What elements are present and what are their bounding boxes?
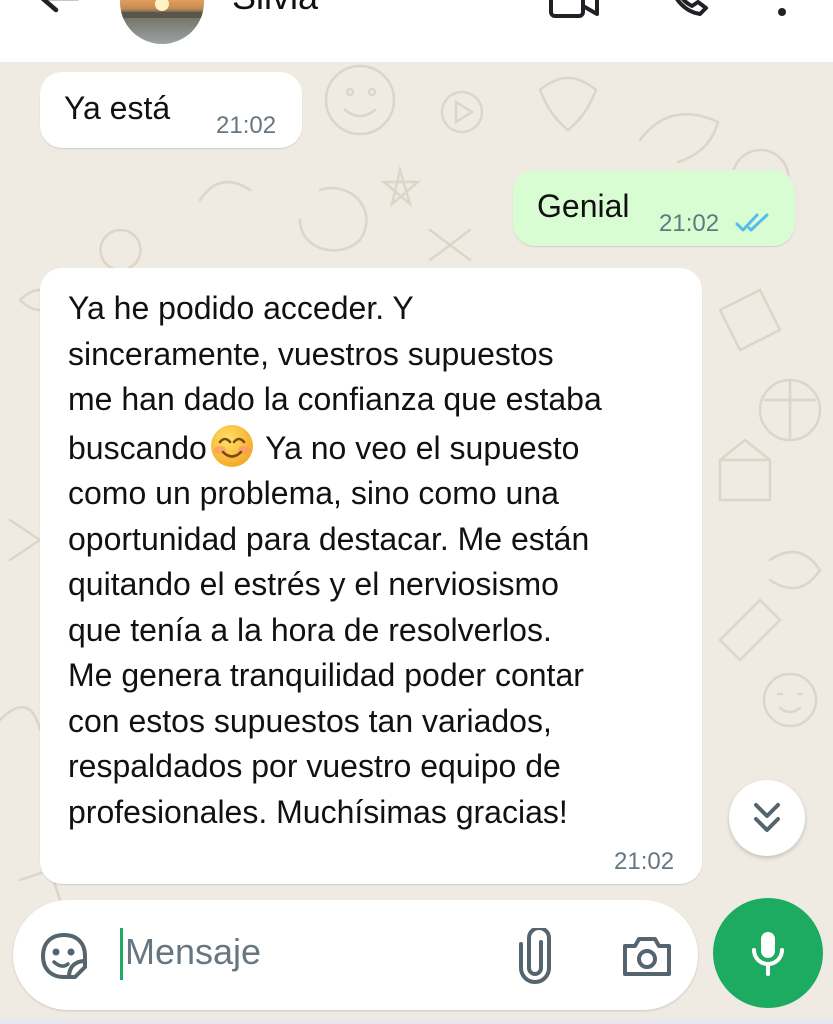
attach-icon[interactable] (517, 928, 553, 984)
double-chevron-down-icon (754, 803, 780, 832)
contact-name[interactable]: Silvia (232, 0, 318, 18)
voice-call-icon[interactable] (668, 0, 710, 20)
message-time: 21:02 (614, 848, 675, 875)
message-bubble-outgoing[interactable]: Genial 21:02 (513, 170, 795, 246)
smiling-face-icon (210, 424, 253, 467)
more-options-icon[interactable] (772, 0, 792, 22)
read-receipt-icon (735, 213, 769, 232)
text-cursor (120, 928, 123, 980)
message-text-part: Ya no veo el supuesto como un problema, … (68, 429, 590, 830)
chat-header: Silvia (0, 0, 833, 62)
microphone-icon (752, 932, 784, 976)
video-call-icon[interactable] (548, 0, 600, 20)
back-arrow-icon[interactable] (36, 0, 80, 20)
message-bubble-incoming[interactable]: Ya está 21:02 (40, 72, 302, 148)
message-time: 21:02 (659, 210, 720, 237)
camera-icon[interactable] (621, 934, 673, 978)
message-composer: Mensaje (13, 900, 698, 1010)
sticker-icon[interactable] (39, 931, 89, 981)
contact-avatar[interactable] (120, 0, 204, 44)
message-time: 21:02 (216, 112, 277, 139)
message-bubble-incoming[interactable]: Ya he podido acceder. Y sinceramente, vu… (40, 268, 702, 884)
message-text: Ya he podido acceder. Y sinceramente, vu… (68, 286, 708, 835)
navigation-bar (0, 1018, 833, 1024)
message-text: Ya está (64, 90, 171, 126)
message-input[interactable]: Mensaje (125, 931, 261, 973)
scroll-to-bottom-button[interactable] (729, 780, 805, 856)
message-text: Genial (537, 188, 630, 224)
voice-message-button[interactable] (713, 898, 823, 1008)
